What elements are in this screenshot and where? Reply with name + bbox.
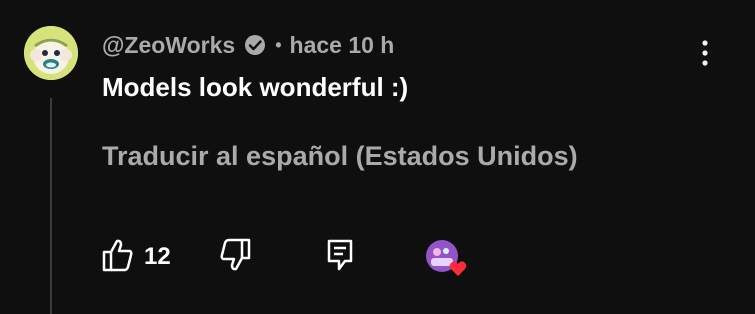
creator-heart[interactable] [424, 238, 472, 280]
avatar[interactable] [24, 26, 78, 80]
author-name[interactable]: @ZeoWorks [102, 32, 235, 59]
creator-heart-icon [426, 240, 467, 276]
thumbs-up-icon [102, 239, 133, 272]
verified-check-icon [243, 33, 267, 57]
reply-comment-icon [327, 239, 353, 271]
more-vertical-icon[interactable] [695, 38, 715, 68]
monkey-avatar-icon [24, 26, 78, 80]
thumbs-down-icon [220, 238, 251, 271]
comment: @ZeoWorks • hace 10 h Models look wonder… [0, 0, 755, 314]
thread-line [50, 98, 52, 314]
like-count: 12 [144, 243, 171, 270]
comment-header: @ZeoWorks • hace 10 h [102, 30, 394, 60]
like-button[interactable] [102, 238, 134, 272]
comment-actions: 12 [0, 236, 755, 280]
meta-separator: • [275, 34, 282, 55]
comment-text: Models look wonderful :) [102, 72, 409, 102]
dislike-button[interactable] [219, 238, 251, 272]
comment-time[interactable]: hace 10 h [290, 32, 395, 59]
translate-link[interactable]: Traducir al español (Estados Unidos) [102, 141, 578, 172]
reply-button[interactable] [326, 238, 354, 272]
